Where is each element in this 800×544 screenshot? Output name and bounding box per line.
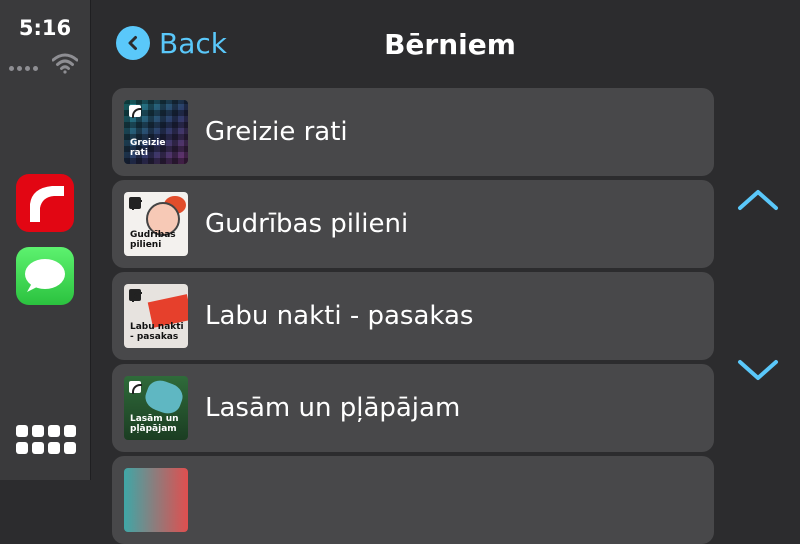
scroll-down-button[interactable] [736,356,780,384]
list-item[interactable]: Lasām un pļāpājam Lasām un pļāpājam [112,364,714,452]
wifi-icon [52,53,78,74]
chevron-left-icon [116,26,150,60]
thumbnail-caption: Lasām un pļāpājam [130,414,179,434]
messages-app-icon[interactable] [16,247,74,305]
page-title: Bērniem [384,28,516,61]
podcast-thumbnail: Gudrības pilieni [124,192,188,256]
radio-logo-icon [129,105,142,118]
radio-logo-icon [129,197,142,210]
list-item[interactable]: Gudrības pilieni Gudrības pilieni [112,180,714,268]
podcast-thumbnail: Lasām un pļāpājam [124,376,188,440]
thumbnail-caption: Greizie rati [130,138,166,158]
scroll-up-button[interactable] [736,186,780,214]
radio-logo-icon [129,381,142,394]
sidebar-dock: 5:16 [0,0,91,480]
radio-logo-icon [129,289,142,302]
app-grid-icon[interactable] [16,425,76,457]
thumbnail-caption: Gudrības pilieni [130,230,176,250]
radio-logo-icon [30,186,64,222]
list-item-partial[interactable] [112,456,714,544]
podcast-thumbnail [124,468,188,532]
list-item-label: Lasām un pļāpājam [205,393,461,423]
list-item-label: Greizie rati [205,117,348,147]
list-item-label: Labu nakti - pasakas [205,301,474,331]
list-item[interactable]: Greizie rati Greizie rati [112,88,714,176]
back-button[interactable]: Back [116,26,227,60]
radio-app-icon[interactable] [16,174,74,232]
list-item[interactable]: Labu nakti - pasakas Labu nakti - pasaka… [112,272,714,360]
back-label: Back [159,26,227,60]
status-time: 5:16 [18,16,72,40]
podcast-thumbnail: Greizie rati [124,100,188,164]
podcast-thumbnail: Labu nakti - pasakas [124,284,188,348]
cellular-signal-icon [9,66,38,71]
list-item-label: Gudrības pilieni [205,209,409,239]
message-bubble-icon [25,259,65,292]
thumbnail-caption: Labu nakti - pasakas [130,322,184,342]
